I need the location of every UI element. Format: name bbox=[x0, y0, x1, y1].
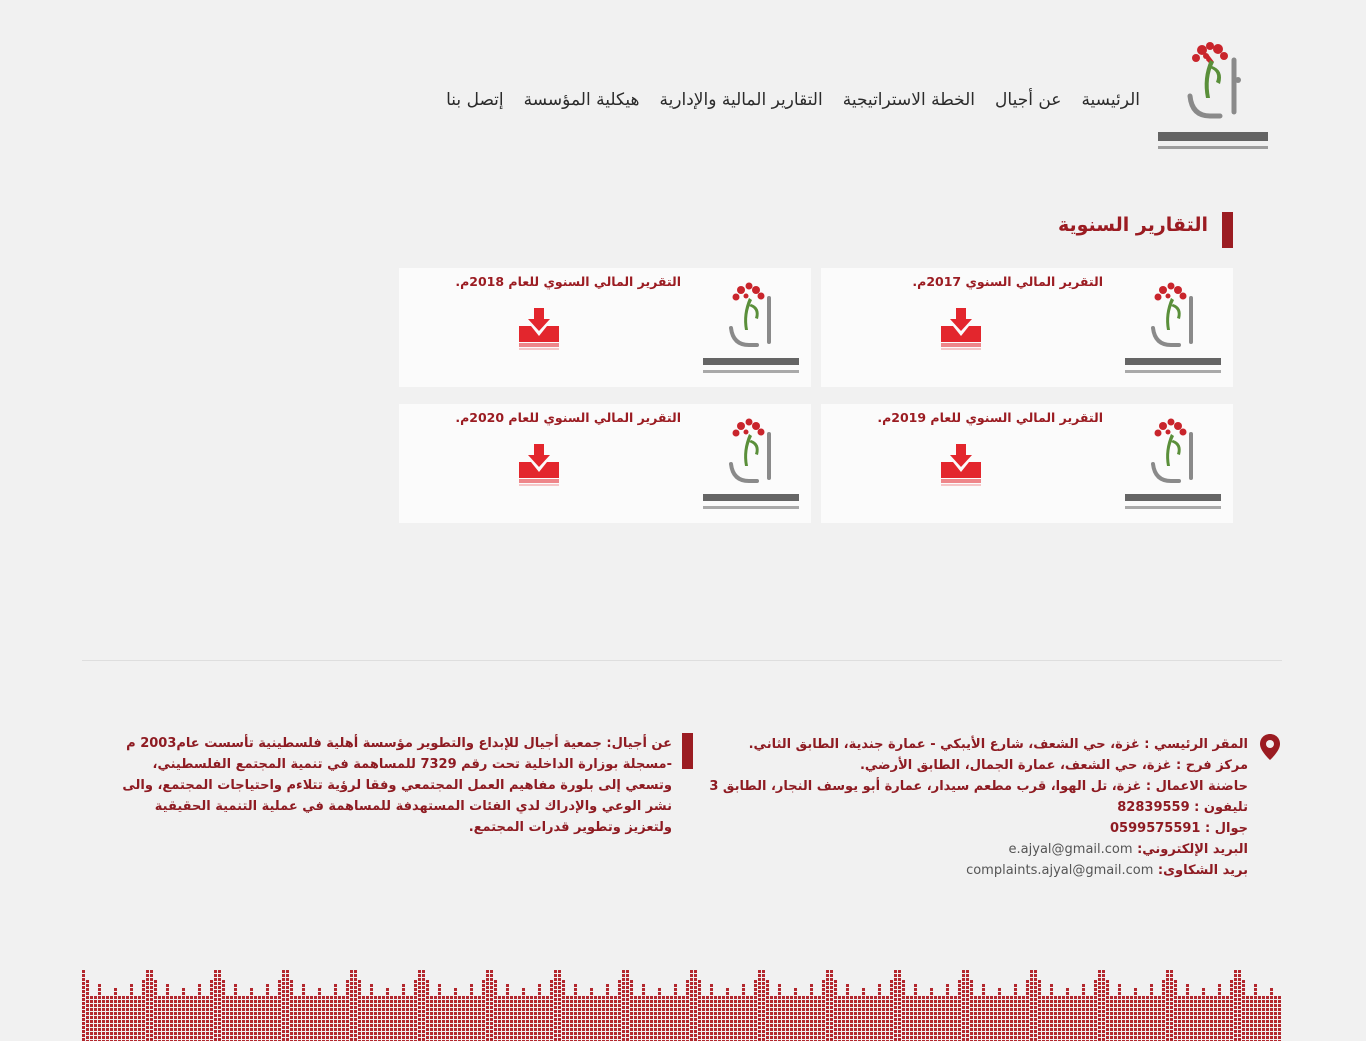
footer-about: عن أجيال: جمعية أجيال للإبداع والتطوير م… bbox=[118, 733, 672, 838]
download-icon[interactable] bbox=[937, 306, 985, 352]
card-logo bbox=[699, 418, 803, 516]
card-logo bbox=[1121, 418, 1225, 516]
email-row: البريد الإلكتروني: e.ajyal@gmail.com bbox=[688, 839, 1248, 860]
phone-number: تليفون : 82839559 bbox=[1117, 800, 1248, 815]
address-branch: مركز فرح : غزة، حي الشعف، عمارة الجمال، … bbox=[859, 758, 1248, 773]
main-nav: الرئيسية عن أجيال الخطة الاستراتيجية الت… bbox=[380, 86, 1140, 114]
nav-item-about[interactable]: عن أجيال bbox=[995, 86, 1061, 114]
report-card-2018[interactable]: التقرير المالي السنوي للعام 2018م. bbox=[399, 268, 811, 387]
complaints-label: بريد الشكاوى: bbox=[1157, 863, 1248, 878]
email-label: البريد الإلكتروني: bbox=[1137, 842, 1248, 857]
report-card-2017[interactable]: التقرير المالي السنوي 2017م. bbox=[821, 268, 1233, 387]
complaints-email-link[interactable]: complaints.ajyal@gmail.com bbox=[966, 863, 1153, 878]
card-logo bbox=[699, 282, 803, 380]
report-title: التقرير المالي السنوي 2017م. bbox=[912, 274, 1103, 289]
embroidery-pattern bbox=[82, 970, 1281, 1041]
section-title: التقارير السنوية bbox=[1058, 212, 1233, 248]
email-link[interactable]: e.ajyal@gmail.com bbox=[1009, 842, 1133, 857]
about-accent-bar bbox=[682, 733, 693, 769]
download-icon[interactable] bbox=[515, 442, 563, 488]
address-incubator: حاضنة الاعمال : غزة، تل الهوا، قرب مطعم … bbox=[709, 779, 1248, 794]
complaints-row: بريد الشكاوى: complaints.ajyal@gmail.com bbox=[688, 860, 1248, 881]
footer-divider bbox=[82, 660, 1282, 661]
report-card-2019[interactable]: التقرير المالي السنوي للعام 2019م. bbox=[821, 404, 1233, 523]
download-icon[interactable] bbox=[515, 306, 563, 352]
site-logo[interactable] bbox=[1150, 40, 1272, 158]
location-pin-icon bbox=[1259, 733, 1281, 761]
about-line: ولتعزيز وتطوير قدرات المجتمع. bbox=[468, 820, 672, 835]
nav-item-contact[interactable]: إتصل بنا bbox=[446, 86, 504, 114]
nav-item-reports[interactable]: التقارير المالية والإدارية bbox=[659, 86, 822, 114]
about-line: نشر الوعي والإدراك لدي الفئات المستهدفة … bbox=[154, 799, 672, 814]
nav-item-strategic-plan[interactable]: الخطة الاستراتيجية bbox=[843, 86, 975, 114]
report-title: التقرير المالي السنوي للعام 2018م. bbox=[455, 274, 681, 289]
about-line: -مسجلة بوزارة الداخلية تحت رقم 7329 للمس… bbox=[152, 757, 673, 772]
footer-contact: المقر الرئيسي : غزة، حي الشعف، شارع الأي… bbox=[688, 734, 1248, 881]
report-title: التقرير المالي السنوي للعام 2019م. bbox=[877, 410, 1103, 425]
nav-item-home[interactable]: الرئيسية bbox=[1081, 86, 1140, 114]
mobile-number: جوال : 0599575591 bbox=[1110, 821, 1248, 836]
about-line: عن أجيال: جمعية أجيال للإبداع والتطوير م… bbox=[126, 736, 672, 751]
about-line: وتسعي إلى بلورة مفاهيم العمل المجتمعي وف… bbox=[122, 778, 672, 793]
nav-item-structure[interactable]: هيكلية المؤسسة bbox=[524, 86, 640, 114]
download-icon[interactable] bbox=[937, 442, 985, 488]
card-logo bbox=[1121, 282, 1225, 380]
report-title: التقرير المالي السنوي للعام 2020م. bbox=[455, 410, 681, 425]
report-card-2020[interactable]: التقرير المالي السنوي للعام 2020م. bbox=[399, 404, 811, 523]
address-hq: المقر الرئيسي : غزة، حي الشعف، شارع الأي… bbox=[748, 737, 1248, 752]
